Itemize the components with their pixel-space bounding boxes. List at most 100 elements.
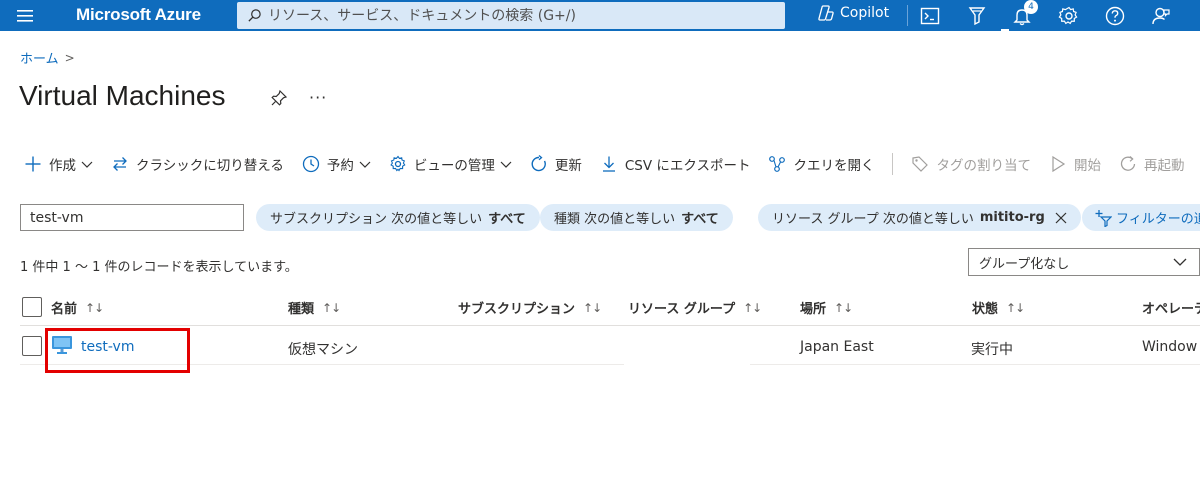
start-button[interactable]: 開始 — [1049, 154, 1101, 174]
help-question-icon[interactable] — [1104, 5, 1126, 27]
type-filter-pill[interactable]: 種類 次の値と等しい すべて — [540, 204, 733, 231]
type-filter-value: すべて — [681, 212, 719, 227]
column-header-resource-group[interactable]: リソース グループ ↑↓ — [628, 298, 762, 318]
sort-arrows-icon: ↑↓ — [1006, 300, 1025, 315]
refresh-button[interactable]: 更新 — [530, 154, 582, 174]
clock-icon — [302, 155, 319, 173]
create-button[interactable]: 作成 — [24, 154, 93, 174]
record-count-text: 1 件中 1 ～ 1 件のレコードを表示しています。 — [20, 260, 298, 275]
pin-icon[interactable] — [270, 89, 288, 107]
filter-name-input[interactable] — [20, 204, 244, 231]
copilot-icon — [818, 5, 834, 21]
add-filter-label: フィルターの追加 — [1116, 212, 1200, 227]
portal-brand-link[interactable]: Microsoft Azure — [76, 5, 201, 25]
feedback-person-icon[interactable] — [1150, 5, 1172, 27]
resource-group-filter-value: mitito-rg — [979, 210, 1045, 225]
sort-arrows-icon: ↑↓ — [322, 300, 341, 315]
start-label: 開始 — [1073, 158, 1101, 174]
restart-label: 再起動 — [1143, 158, 1185, 174]
breadcrumb-separator: > — [64, 50, 75, 65]
reserve-button[interactable]: 予約 — [302, 154, 371, 174]
export-csv-button[interactable]: CSV にエクスポート — [600, 154, 751, 174]
command-separator — [892, 153, 894, 175]
chevron-down-icon — [1173, 258, 1187, 266]
top-bar: Microsoft Azure Copilot 4 — [0, 0, 1200, 31]
refresh-icon — [531, 155, 546, 172]
tag-icon — [912, 156, 929, 172]
restart-icon — [1120, 156, 1136, 171]
vm-type-cell: 仮想マシン — [288, 342, 358, 358]
breadcrumb-home-link[interactable]: ホーム — [20, 48, 59, 67]
download-icon — [602, 156, 615, 172]
chevron-down-icon — [500, 161, 512, 168]
chevron-down-icon — [359, 161, 371, 168]
directory-filter-icon[interactable] — [966, 5, 988, 27]
cloud-shell-icon[interactable] — [919, 5, 941, 27]
subscription-filter-pill[interactable]: サブスクリプション 次の値と等しい すべて — [256, 204, 540, 231]
switch-classic-label: クラシックに切り替える — [136, 158, 284, 174]
type-filter-label: 種類 次の値と等しい — [554, 212, 676, 227]
column-header-location[interactable]: 場所 ↑↓ — [800, 298, 853, 318]
column-resource-group-label: リソース グループ — [628, 302, 736, 317]
grouping-dropdown[interactable]: グループ化なし — [968, 248, 1200, 276]
plus-icon — [25, 156, 41, 172]
vm-os-cell: Window — [1142, 339, 1198, 355]
column-type-label: 種類 — [288, 302, 315, 317]
manage-view-label: ビューの管理 — [413, 158, 495, 174]
manage-view-button[interactable]: ビューの管理 — [389, 154, 512, 174]
add-filter-button[interactable]: フィルターの追加 — [1082, 204, 1200, 231]
breadcrumb: ホーム > — [20, 48, 75, 68]
global-search-input[interactable] — [268, 7, 768, 24]
page-title: Virtual Machines — [19, 80, 226, 111]
column-header-os[interactable]: オペレーティ — [1142, 298, 1200, 317]
vm-location-cell: Japan East — [800, 339, 874, 355]
create-label: 作成 — [49, 158, 76, 174]
column-header-subscription[interactable]: サブスクリプション ↑↓ — [458, 298, 602, 318]
notification-active-indicator — [1001, 29, 1009, 31]
column-name-label: 名前 — [51, 302, 78, 317]
column-status-label: 状態 — [972, 302, 999, 317]
copilot-label: Copilot — [840, 5, 890, 21]
grouping-selected-value: グループ化なし — [979, 256, 1070, 272]
search-icon — [248, 9, 261, 22]
switch-arrows-icon — [113, 157, 127, 171]
assign-tags-button[interactable]: タグの割り当て — [911, 154, 1031, 174]
gear-icon — [390, 155, 406, 172]
copilot-button[interactable]: Copilot — [817, 4, 889, 22]
export-csv-label: CSV にエクスポート — [624, 158, 751, 174]
column-location-label: 場所 — [800, 302, 827, 317]
sort-arrows-icon: ↑↓ — [583, 300, 602, 315]
sort-arrows-icon: ↑↓ — [834, 300, 853, 315]
column-subscription-label: サブスクリプション — [458, 302, 576, 317]
restart-button[interactable]: 再起動 — [1119, 154, 1185, 174]
command-bar: 作成 クラシックに切り替える 予約 ビューの管理 更新 CSV にエクスポート — [24, 150, 1200, 178]
vm-name-highlight-annotation — [45, 328, 190, 373]
select-all-checkbox[interactable] — [22, 297, 42, 317]
column-os-label: オペレーティ — [1142, 302, 1200, 317]
settings-gear-icon[interactable] — [1058, 5, 1080, 27]
assign-tags-label: タグの割り当て — [936, 158, 1031, 174]
table-header: 名前 ↑↓ 種類 ↑↓ サブスクリプション ↑↓ リソース グループ ↑↓ 場所… — [20, 290, 1200, 326]
notification-count-badge: 4 — [1024, 0, 1038, 14]
remove-filter-close-icon[interactable] — [1055, 212, 1067, 224]
subscription-filter-label: サブスクリプション 次の値と等しい — [270, 212, 483, 227]
global-search[interactable] — [237, 2, 785, 29]
hamburger-menu-icon[interactable] — [15, 6, 35, 26]
add-filter-icon — [1095, 209, 1112, 227]
chevron-down-icon — [81, 161, 93, 168]
column-header-status[interactable]: 状態 ↑↓ — [972, 298, 1025, 318]
open-query-label: クエリを開く — [793, 158, 875, 174]
column-header-name[interactable]: 名前 ↑↓ — [51, 298, 104, 318]
column-header-type[interactable]: 種類 ↑↓ — [288, 298, 341, 318]
query-graph-icon — [769, 156, 786, 172]
topbar-divider — [907, 5, 908, 26]
vm-status-cell: 実行中 — [971, 342, 1013, 358]
subscription-filter-value: すべて — [488, 212, 526, 227]
more-options-button[interactable]: ··· — [309, 88, 327, 107]
resource-group-filter-pill[interactable]: リソース グループ 次の値と等しい mitito-rg — [758, 204, 1081, 231]
table-row: test-vm 仮想マシン Japan East 実行中 Window — [20, 328, 1200, 365]
open-query-button[interactable]: クエリを開く — [768, 154, 874, 174]
switch-classic-button[interactable]: クラシックに切り替える — [111, 154, 284, 174]
row-select-checkbox[interactable] — [22, 336, 42, 356]
refresh-label: 更新 — [554, 158, 582, 174]
